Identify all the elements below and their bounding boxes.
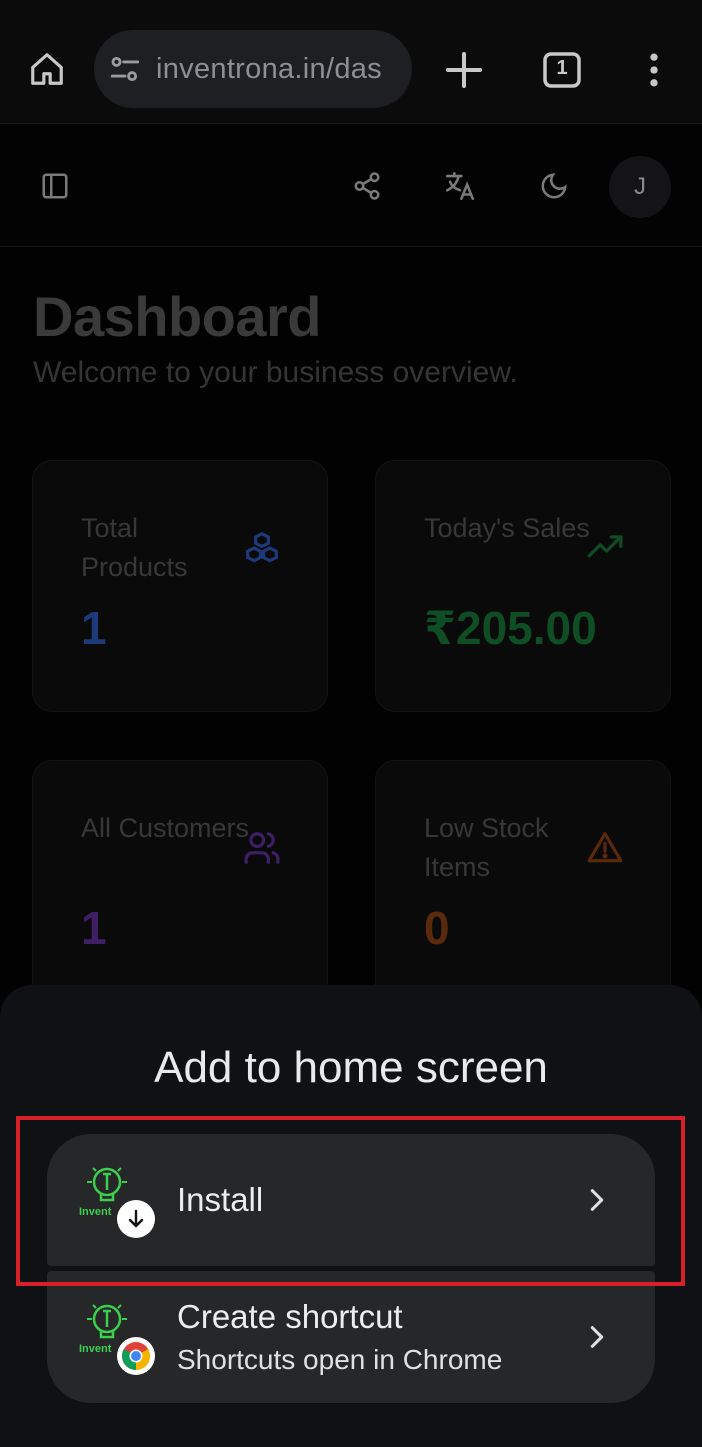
address-bar[interactable]: inventrona.in/das [94, 30, 412, 108]
shortcut-text: Create shortcut Shortcuts open in Chrome [177, 1298, 502, 1376]
card-label: Today's Sales [424, 513, 590, 543]
card-value: ₹205.00 [424, 602, 597, 654]
page-subtitle: Welcome to your business overview. [33, 356, 518, 389]
create-shortcut-button[interactable]: Invent Create shortcut Shortcuts open in… [47, 1271, 655, 1403]
users-icon [244, 832, 280, 864]
shortcut-subtitle: Shortcuts open in Chrome [177, 1344, 503, 1375]
site-settings-icon[interactable] [108, 52, 142, 86]
avatar-initial: J [634, 173, 646, 200]
home-icon[interactable] [22, 44, 72, 94]
browser-toolbar: inventrona.in/das 1 [0, 0, 702, 124]
chrome-badge-icon [117, 1337, 155, 1375]
share-icon[interactable] [344, 163, 390, 209]
card-label: All Customers [81, 813, 250, 843]
avatar[interactable]: J [609, 156, 671, 218]
card-label: Low Stock Items [424, 813, 549, 882]
install-highlight-box [16, 1116, 685, 1286]
more-options-icon[interactable] [632, 46, 676, 94]
shortcut-label: Create shortcut [177, 1298, 403, 1335]
card-value: 1 [81, 902, 107, 954]
card-value: 1 [81, 602, 107, 654]
card-label: Total Products [81, 513, 188, 582]
card-all-customers[interactable]: All Customers 1 [32, 760, 328, 1012]
card-value: 0 [424, 902, 450, 954]
app-logo-text: Invent [79, 1343, 112, 1355]
sidebar-toggle-icon[interactable] [32, 163, 78, 209]
cubes-icon [246, 531, 278, 563]
card-low-stock[interactable]: Low Stock Items 0 [375, 760, 671, 1012]
warning-icon [587, 832, 623, 863]
tab-count: 1 [556, 57, 568, 79]
sheet-title: Add to home screen [154, 1043, 548, 1092]
trending-up-icon [587, 535, 623, 558]
dark-mode-icon[interactable] [531, 163, 577, 209]
chevron-right-icon [590, 1326, 604, 1348]
new-tab-icon[interactable] [440, 46, 488, 94]
app-logo-icon: Invent [79, 1297, 159, 1377]
url-text: inventrona.in/das [156, 52, 382, 85]
card-total-products[interactable]: Total Products 1 [32, 460, 328, 712]
card-todays-sales[interactable]: Today's Sales ₹205.00 [375, 460, 671, 712]
translate-icon[interactable] [437, 163, 483, 209]
page-title: Dashboard [33, 285, 322, 348]
tab-switcher-button[interactable]: 1 [538, 46, 586, 94]
app-header: J [0, 125, 702, 247]
